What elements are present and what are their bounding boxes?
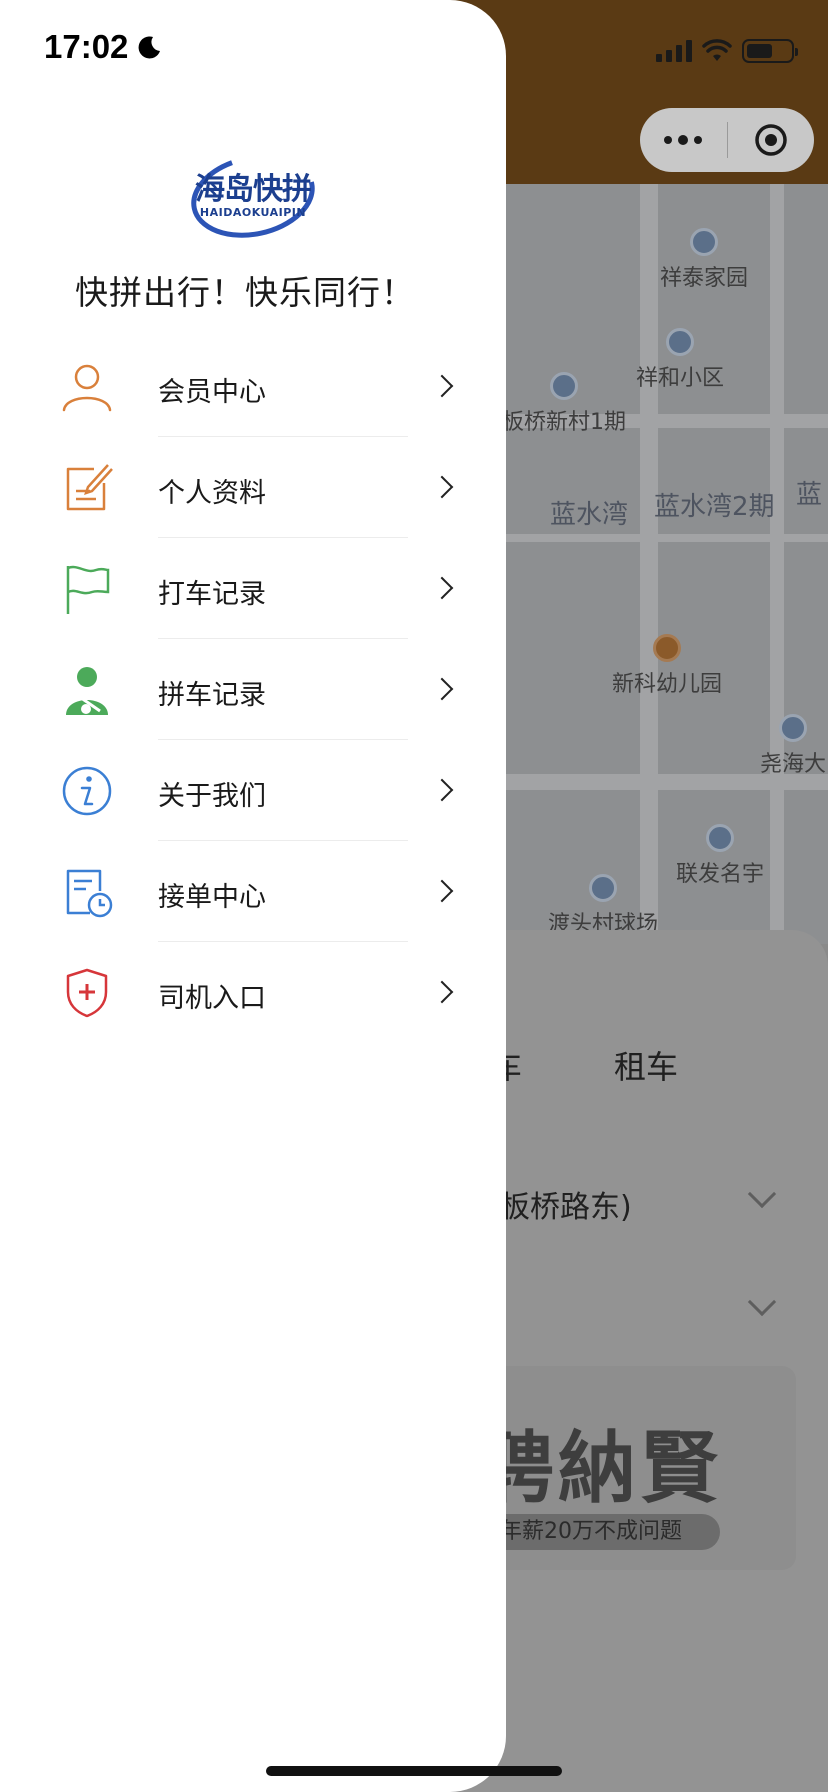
poi-pin-icon [550, 372, 578, 400]
menu-item-member-center[interactable]: 会员中心 [0, 336, 506, 437]
home-indicator[interactable] [266, 1766, 562, 1776]
status-icons [656, 36, 798, 66]
chevron-right-icon [430, 677, 454, 701]
chevron-down-icon[interactable] [747, 1179, 777, 1209]
slogan: 快拼出行！快乐同行！ [75, 273, 415, 312]
moon-icon [138, 36, 161, 59]
poi-pin-icon [690, 228, 718, 256]
banner-title: 聘納賢 [476, 1424, 723, 1514]
map-poi[interactable]: 祥泰家园 [660, 228, 748, 292]
more-dots-icon [664, 135, 703, 145]
status-time: 17:02 [44, 28, 162, 66]
drawer-menu: 会员中心 个人资料 打车记录 拼车记录 关于我们 接单中心 司机入口 [0, 336, 506, 1043]
signal-icon [656, 40, 692, 62]
info-icon [62, 766, 112, 816]
recruit-banner[interactable]: 聘納賢 我年薪20万不成问题 [470, 1366, 796, 1570]
map-poi[interactable]: 渡头村球场 [548, 874, 658, 938]
chevron-right-icon [430, 778, 454, 802]
shield-plus-icon [66, 968, 108, 1018]
chevron-right-icon [430, 374, 454, 398]
map-poi[interactable]: 祥和小区 [636, 328, 724, 392]
chevron-right-icon [430, 980, 454, 1004]
map-poi[interactable]: 新科幼儿园 [612, 634, 722, 698]
banner-subtitle: 我年薪20万不成问题 [470, 1514, 720, 1550]
brand-logo: 海岛快拼 HAIDAOKUAIPIN [186, 154, 320, 240]
poi-pin-icon [666, 328, 694, 356]
tab-rental[interactable]: 租车 [614, 1042, 678, 1088]
menu-item-about-us[interactable]: 关于我们 [0, 740, 506, 841]
menu-label: 接单中心 [158, 882, 266, 913]
menu-label: 拼车记录 [158, 680, 266, 711]
more-button[interactable] [640, 108, 727, 172]
menu-item-order-center[interactable]: 接单中心 [0, 841, 506, 942]
pickup-location[interactable]: 板桥路东) [500, 1182, 632, 1226]
map-area-label: 蓝水湾2期 [654, 492, 775, 522]
chevron-right-icon [430, 576, 454, 600]
wifi-icon [702, 39, 732, 61]
edit-document-icon [66, 464, 113, 511]
side-drawer: 17:02 海岛快拼 HAIDAOKUAIPIN 快拼出行！快乐同行！ 会员中心 [0, 0, 506, 1792]
poi-pin-icon [653, 634, 681, 662]
user-icon [62, 364, 112, 412]
poi-pin-icon [706, 824, 734, 852]
flag-icon [66, 565, 110, 614]
menu-item-carpool-records[interactable]: 拼车记录 [0, 639, 506, 740]
battery-icon [742, 39, 798, 63]
close-miniprogram-button[interactable] [728, 108, 815, 172]
miniprogram-capsule[interactable] [640, 108, 814, 172]
menu-item-profile[interactable]: 个人资料 [0, 437, 506, 538]
menu-item-driver-entry[interactable]: 司机入口 [0, 942, 506, 1043]
poi-pin-icon [779, 714, 807, 742]
target-icon [755, 124, 787, 156]
map-poi[interactable]: 板桥新村1期 [502, 372, 626, 436]
poi-pin-icon [589, 874, 617, 902]
map-poi[interactable]: 尧海大 [760, 714, 826, 778]
chevron-right-icon [430, 879, 454, 903]
menu-label: 打车记录 [158, 579, 266, 610]
map-area-label: 蓝水湾 [550, 500, 629, 530]
order-clock-icon [66, 869, 113, 918]
carpool-user-icon [66, 667, 108, 715]
map-area-label: 蓝 [796, 480, 823, 510]
menu-label: 会员中心 [158, 377, 266, 408]
menu-label: 个人资料 [158, 478, 266, 509]
menu-label: 关于我们 [158, 781, 266, 812]
map-poi[interactable]: 联发名宇 [676, 824, 764, 888]
chevron-right-icon [430, 475, 454, 499]
chevron-down-icon[interactable] [747, 1287, 777, 1317]
menu-label: 司机入口 [158, 983, 266, 1014]
menu-item-taxi-records[interactable]: 打车记录 [0, 538, 506, 639]
